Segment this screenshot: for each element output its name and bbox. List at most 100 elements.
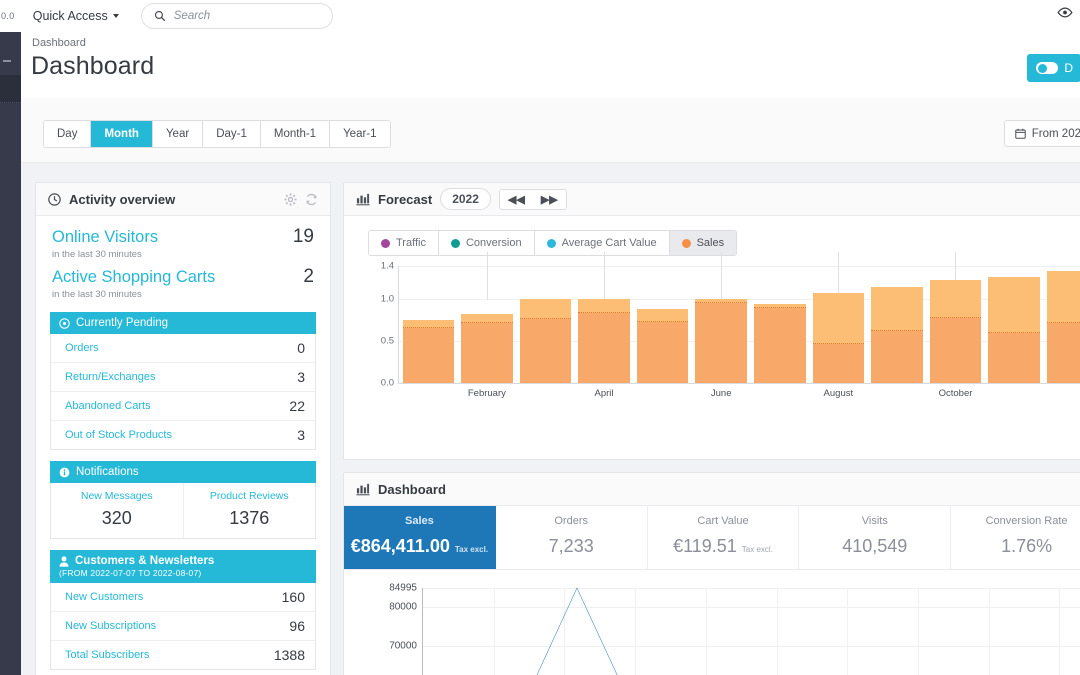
bar[interactable] (578, 298, 630, 383)
pending-row-label[interactable]: Orders (65, 342, 99, 354)
pending-section-header: Currently Pending (50, 312, 316, 334)
bar[interactable] (519, 299, 572, 383)
kpi-cart-value[interactable]: Cart Value €119.51 Tax excl. (648, 506, 800, 569)
bar-column[interactable] (985, 266, 1044, 383)
gear-icon[interactable] (284, 192, 297, 206)
kpi-row[interactable]: Sales €864,411.00 Tax excl. Orders 7,233 Car… (344, 506, 1080, 570)
bar-column[interactable]: April (575, 252, 634, 399)
forecast-year-input[interactable]: 2022 (440, 188, 491, 210)
bar-segment-average-cart-value (988, 276, 1040, 333)
pending-row-label[interactable]: Abandoned Carts (65, 400, 151, 412)
pending-section-title: Currently Pending (76, 317, 169, 329)
kpi-sales[interactable]: Sales €864,411.00 Tax excl. (344, 506, 496, 569)
main-sidebar[interactable] (0, 27, 21, 675)
bar-column[interactable] (633, 266, 692, 383)
date-range-button-group[interactable]: Day Month Year Day-1 Month-1 Year-1 (43, 120, 391, 148)
range-button-month[interactable]: Month (91, 121, 153, 147)
legend-label: Sales (696, 237, 725, 249)
customers-row-value: 160 (281, 589, 305, 605)
activity-overview-body: Online Visitors 19 in the last 30 minutes A… (36, 216, 330, 670)
range-button-day-1[interactable]: Day-1 (203, 121, 261, 147)
bar[interactable] (1046, 271, 1080, 383)
x-axis-tick-label: October (938, 388, 973, 399)
bar-column[interactable] (516, 266, 575, 383)
activity-highlight-label[interactable]: Active Shopping Carts (52, 268, 215, 287)
y-axis-tick-label: 0.0 (380, 377, 394, 389)
x-axis-tick-label: February (467, 388, 506, 399)
quick-access-dropdown[interactable]: Quick Access (33, 9, 119, 23)
notification-value: 1376 (229, 508, 270, 528)
bar-segment-sales (871, 331, 923, 383)
y-axis-tick-label: 0.5 (380, 335, 394, 347)
bar[interactable] (988, 276, 1040, 383)
bar[interactable] (636, 308, 689, 383)
table-row: New Customers 160 (51, 583, 315, 612)
bar-segment-average-cart-value (402, 319, 455, 328)
search-input[interactable]: Search (140, 3, 333, 29)
bar[interactable] (812, 292, 865, 383)
bar-column[interactable]: August (809, 252, 868, 399)
bar[interactable] (929, 280, 982, 383)
top-navbar: 0.0 Quick Access Search (0, 0, 1080, 32)
notification-label[interactable]: New Messages (51, 490, 183, 502)
kpi-value: €119.51 Tax excl. (673, 536, 773, 556)
legend-item-traffic[interactable]: Traffic (369, 231, 439, 255)
toggle-switch[interactable] (1036, 62, 1059, 74)
chevron-down-icon (112, 14, 119, 18)
date-range-picker[interactable]: From 202 (1003, 120, 1080, 147)
bar-column[interactable] (868, 266, 927, 383)
shop-version-label: 0.0 (1, 11, 15, 21)
bar-column[interactable] (399, 266, 458, 383)
search-icon (154, 10, 166, 22)
forecast-legend[interactable]: Traffic Conversion Average Cart Value Sales (368, 230, 738, 256)
legend-item-average-cart-value[interactable]: Average Cart Value (535, 231, 670, 255)
x-axis-tick-label: April (594, 388, 614, 399)
bar-column[interactable]: October (926, 252, 985, 399)
range-button-month-1[interactable]: Month-1 (260, 121, 331, 147)
bar[interactable] (695, 299, 747, 383)
kpi-orders[interactable]: Orders 7,233 (496, 506, 648, 569)
customers-row-label[interactable]: Total Subscribers (65, 649, 149, 661)
range-button-year[interactable]: Year (152, 121, 204, 147)
bar-segment-average-cart-value (1046, 271, 1080, 323)
bar[interactable] (402, 319, 455, 383)
refresh-icon[interactable] (305, 193, 318, 206)
bar[interactable] (461, 313, 513, 383)
bar-segment-average-cart-value (636, 308, 689, 322)
legend-color-dot (681, 238, 691, 248)
bar-column[interactable] (1043, 266, 1080, 383)
kpi-conversion-rate[interactable]: Conversion Rate 1.76% (951, 506, 1080, 569)
user-icon (59, 555, 69, 567)
forecast-nav-buttons[interactable]: ◀◀ ▶▶ (498, 188, 567, 210)
customers-row-label[interactable]: New Customers (65, 591, 143, 603)
x-axis-tick-mark (486, 252, 488, 300)
pending-table: Orders 0 Return/Exchanges 3 Abandoned Carts 2… (50, 334, 316, 450)
preview-store-button[interactable] (1057, 7, 1073, 18)
kpi-visits[interactable]: Visits 410,549 (799, 506, 952, 569)
demo-mode-toggle-button[interactable]: D (1027, 54, 1080, 82)
pending-row-label[interactable]: Out of Stock Products (65, 429, 172, 441)
bar-segment-sales (402, 327, 455, 383)
bar-column[interactable] (750, 266, 809, 383)
x-axis-tick-mark (721, 252, 723, 300)
customers-row-label[interactable]: New Subscriptions (65, 620, 156, 632)
activity-highlight-label[interactable]: Online Visitors (52, 228, 158, 247)
bar-column[interactable]: February (458, 252, 517, 399)
pending-row-value: 3 (297, 369, 305, 385)
range-button-day[interactable]: Day (44, 121, 92, 147)
kpi-label: Orders (554, 515, 588, 527)
legend-color-dot (546, 238, 556, 248)
prev-year-button[interactable]: ◀◀ (499, 189, 533, 209)
range-button-year-1[interactable]: Year-1 (330, 121, 390, 147)
sidebar-item-dashboard[interactable] (0, 75, 21, 103)
table-row: Total Subscribers 1388 (51, 641, 315, 669)
bar[interactable] (871, 286, 923, 383)
pending-row-label[interactable]: Return/Exchanges (65, 371, 156, 383)
eye-icon (1057, 7, 1073, 18)
bar-column[interactable]: June (692, 252, 751, 399)
legend-item-sales[interactable]: Sales (669, 231, 737, 255)
next-year-button[interactable]: ▶▶ (532, 189, 566, 209)
notification-label[interactable]: Product Reviews (184, 490, 316, 502)
kpi-value: 410,549 (842, 536, 908, 556)
bar[interactable] (753, 303, 806, 383)
